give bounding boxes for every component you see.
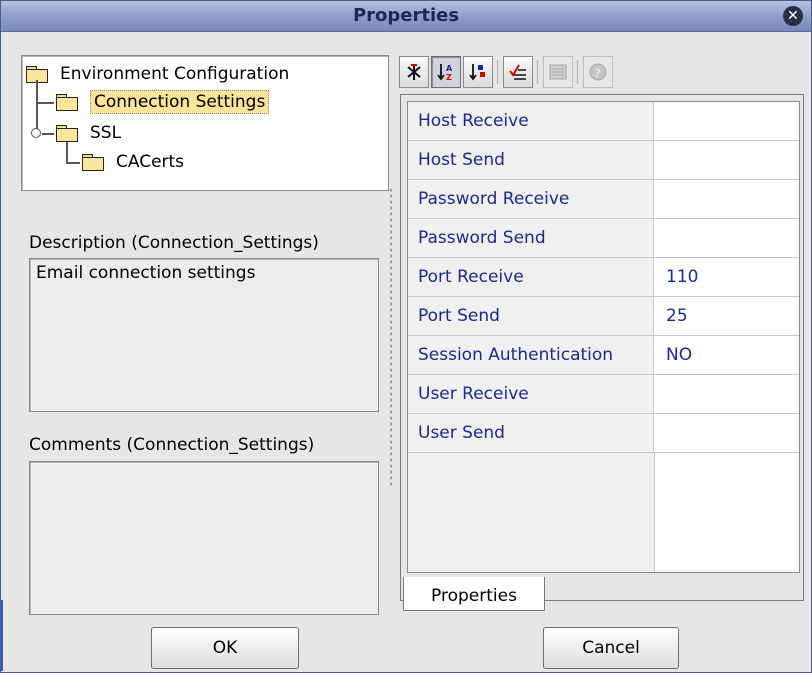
window-title: Properties <box>352 5 460 26</box>
property-row[interactable]: Host Send <box>408 141 799 180</box>
property-name: Port Send <box>408 297 654 335</box>
help-icon[interactable]: ? <box>583 56 613 88</box>
checklist-icon[interactable] <box>503 56 533 88</box>
property-value[interactable]: 25 <box>666 297 688 335</box>
tree-item-environment-configuration[interactable]: Environment Configuration <box>26 60 289 88</box>
expand-toggle-icon[interactable] <box>31 128 41 138</box>
tree-item-label: Environment Configuration <box>60 64 290 84</box>
property-row[interactable]: User Send <box>408 414 799 453</box>
description-textarea[interactable]: Email connection settings <box>29 258 379 412</box>
property-row[interactable]: Session Authentication NO <box>408 336 799 375</box>
property-sheet[interactable]: Host Receive Host Send Password Receive … <box>407 101 800 573</box>
description-heading: Description (Connection_Settings) <box>29 233 319 253</box>
splitter-handle[interactable] <box>389 187 393 487</box>
property-row[interactable]: Password Send <box>408 219 799 258</box>
property-row[interactable]: User Receive <box>408 375 799 414</box>
description-text: Email connection settings <box>36 263 256 283</box>
sort-by-type-icon[interactable] <box>463 56 493 88</box>
close-icon[interactable]: ✕ <box>783 6 803 26</box>
svg-text:?: ? <box>595 67 601 80</box>
property-name: User Send <box>408 414 654 452</box>
tree-item-label: CACerts <box>116 152 185 172</box>
toolbar-separator <box>497 60 498 84</box>
tree-connector <box>36 102 54 104</box>
property-row[interactable]: Password Receive <box>408 180 799 219</box>
tree-item-connection-settings[interactable]: Connection Settings <box>56 88 270 116</box>
property-sheet-empty-area <box>408 453 655 572</box>
property-row[interactable]: Host Receive <box>408 102 799 141</box>
property-name: Host Receive <box>408 102 654 140</box>
svg-text:Z: Z <box>446 73 452 82</box>
svg-text:A: A <box>446 64 453 73</box>
folder-icon <box>82 154 104 171</box>
window-edge <box>0 600 3 671</box>
folder-icon <box>56 94 78 111</box>
title-bar[interactable]: Properties ✕ <box>1 1 811 32</box>
configuration-tree[interactable]: Environment Configuration Connection Set… <box>21 55 389 191</box>
tree-connector <box>66 162 80 164</box>
property-name: Session Authentication <box>408 336 654 374</box>
ok-button[interactable]: OK <box>151 627 299 669</box>
folder-icon <box>56 125 78 142</box>
property-name: Password Receive <box>408 180 654 218</box>
property-name: Password Send <box>408 219 654 257</box>
view-icon[interactable] <box>543 56 573 88</box>
tree-item-cacerts[interactable]: CACerts <box>82 148 184 176</box>
tree-item-label: SSL <box>90 123 122 143</box>
sort-az-icon[interactable]: AZ <box>431 56 461 88</box>
property-name: User Receive <box>408 375 654 413</box>
tree-connector <box>42 133 54 135</box>
property-name: Port Receive <box>408 258 654 296</box>
comments-textarea[interactable] <box>29 461 379 615</box>
unsort-icon[interactable] <box>399 56 429 88</box>
toolbar-separator <box>537 60 538 84</box>
tree-item-label: Connection Settings <box>90 90 270 114</box>
property-row[interactable]: Port Send 25 <box>408 297 799 336</box>
tree-connector <box>66 142 68 162</box>
property-value[interactable]: 110 <box>666 258 698 296</box>
tab-properties[interactable]: Properties <box>403 577 545 611</box>
property-name: Host Send <box>408 141 654 179</box>
property-value[interactable]: NO <box>666 336 692 374</box>
property-row[interactable]: Port Receive 110 <box>408 258 799 297</box>
toolbar-separator <box>577 60 578 84</box>
properties-dialog: Properties ✕ Environment Configuration C… <box>0 0 812 673</box>
cancel-button[interactable]: Cancel <box>543 627 679 669</box>
comments-heading: Comments (Connection_Settings) <box>29 435 315 455</box>
